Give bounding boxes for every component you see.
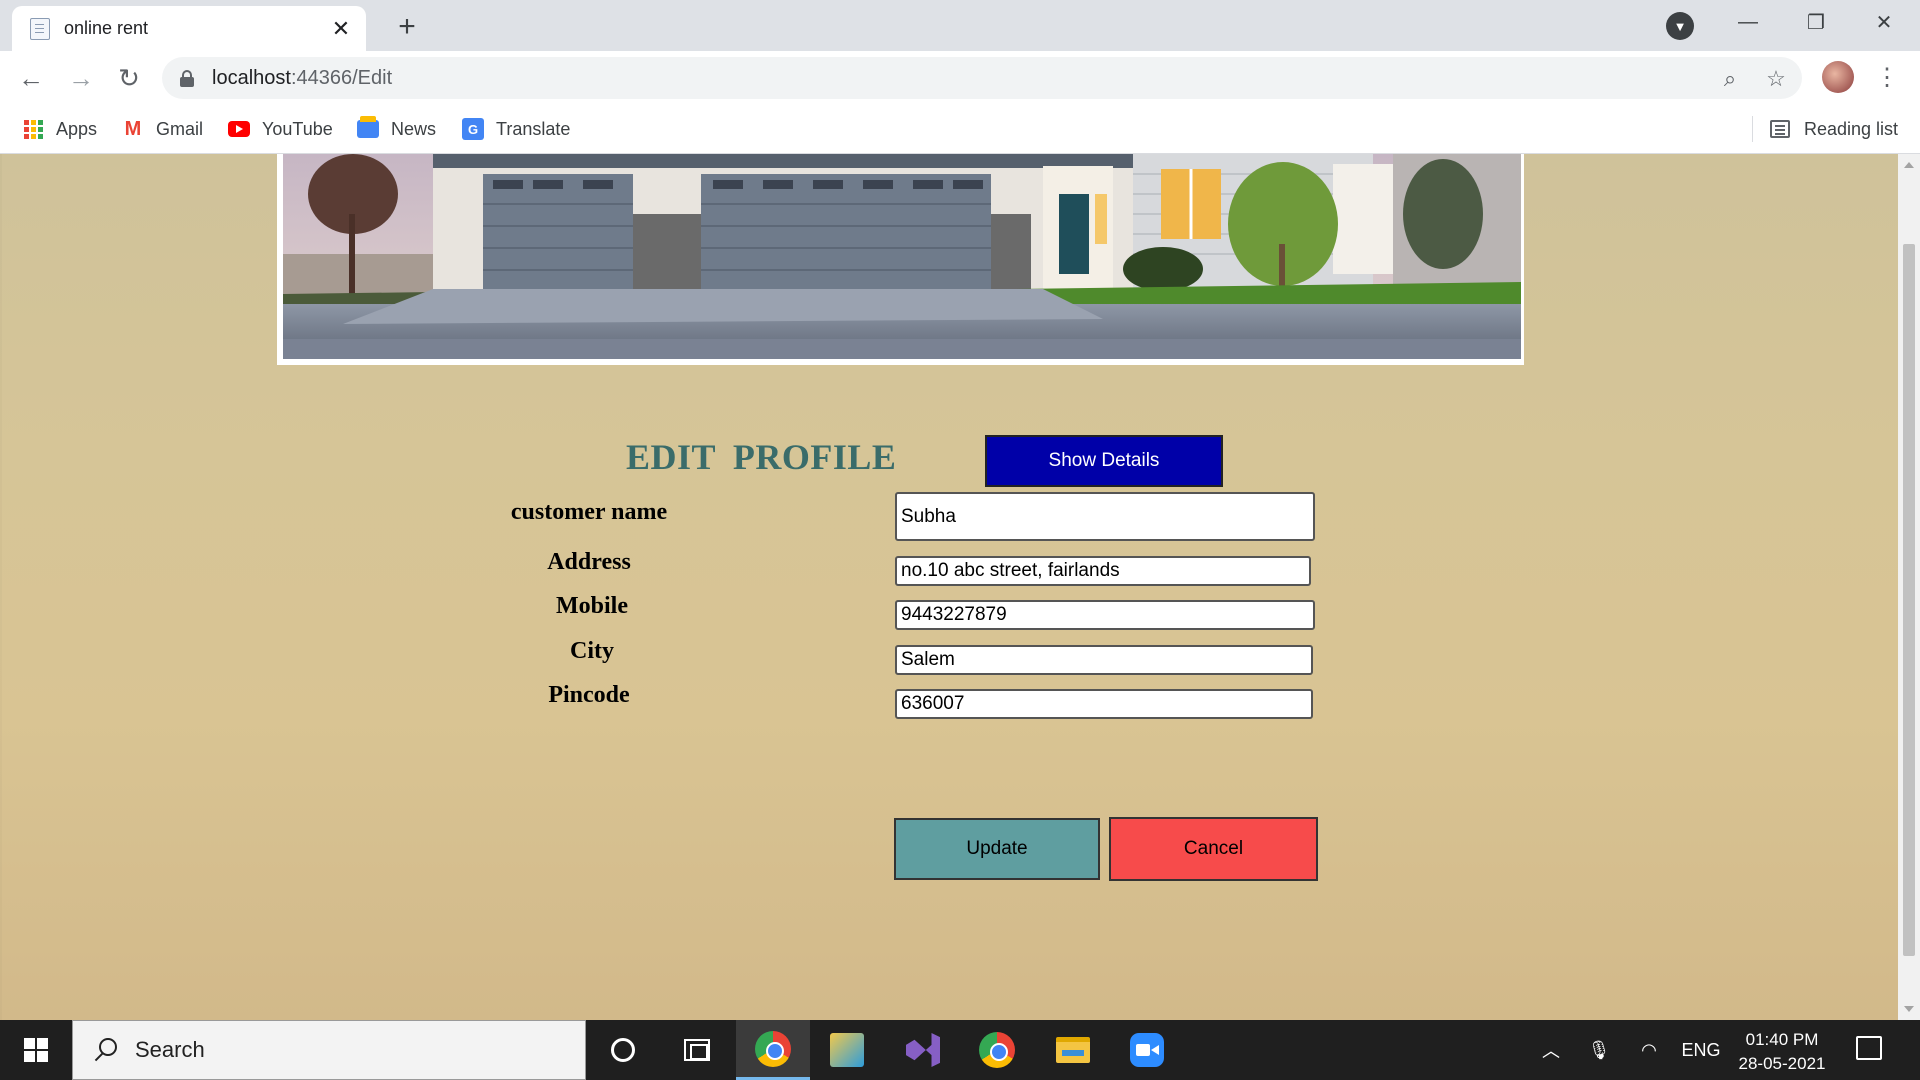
cortana-icon bbox=[611, 1038, 635, 1062]
start-button[interactable] bbox=[0, 1020, 72, 1080]
zoom-app-icon bbox=[1130, 1033, 1164, 1067]
page-scrollbar[interactable] bbox=[1898, 154, 1920, 1020]
news-icon bbox=[357, 116, 379, 140]
taskbar-clock[interactable]: 01:40 PM 28-05-2021 bbox=[1724, 1028, 1840, 1076]
apps-grid-icon bbox=[22, 118, 44, 140]
address-bar[interactable]: localhost:44366/Edit ⌕ ☆ bbox=[162, 57, 1802, 99]
bookmark-gmail[interactable]: M Gmail bbox=[122, 116, 203, 142]
url-host: localhost bbox=[212, 67, 291, 89]
reading-list-label: Reading list bbox=[1804, 118, 1899, 139]
update-button[interactable]: Update bbox=[894, 818, 1100, 880]
bookmark-label: Gmail bbox=[156, 118, 204, 139]
browser-toolbar: ← → ↻ localhost:44366/Edit ⌕ ☆ ⋮ bbox=[0, 51, 1920, 104]
house-banner-image bbox=[277, 154, 1524, 365]
chrome-icon bbox=[979, 1032, 1015, 1068]
back-icon[interactable]: ← bbox=[12, 59, 50, 97]
task-view-button[interactable] bbox=[660, 1020, 734, 1080]
url-path: :44366/Edit bbox=[290, 67, 393, 89]
scrollbar-thumb[interactable] bbox=[1903, 244, 1915, 956]
forward-icon[interactable]: → bbox=[62, 59, 100, 97]
browser-tab[interactable]: online rent ✕ bbox=[12, 6, 366, 51]
pincode-input[interactable] bbox=[895, 689, 1313, 719]
language-indicator[interactable]: ENG bbox=[1680, 1020, 1722, 1080]
taskbar-chrome-active[interactable] bbox=[736, 1020, 810, 1080]
bookmark-label: Translate bbox=[496, 118, 571, 139]
windows-logo-icon bbox=[24, 1038, 48, 1062]
cortana-button[interactable] bbox=[586, 1020, 660, 1080]
notifications-icon[interactable] bbox=[1856, 1036, 1882, 1060]
taskbar-zoom[interactable] bbox=[1110, 1020, 1184, 1080]
tab-title: online rent bbox=[64, 18, 149, 38]
taskbar-tool-app[interactable] bbox=[810, 1020, 884, 1080]
bookmark-label: Apps bbox=[56, 118, 98, 139]
taskbar-search-text: Search bbox=[135, 1037, 205, 1062]
file-explorer-icon bbox=[1056, 1037, 1090, 1063]
profile-avatar[interactable] bbox=[1822, 61, 1854, 93]
bookmark-apps[interactable]: Apps bbox=[22, 116, 97, 142]
pincode-label: Pincode bbox=[548, 682, 630, 708]
page-title: EDIT PROFILE bbox=[626, 437, 897, 477]
lock-icon bbox=[180, 70, 194, 87]
bookmarks-bar: Apps M Gmail YouTube News G Translate Re… bbox=[0, 104, 1920, 154]
bookmark-label: News bbox=[391, 118, 437, 139]
microphone-icon[interactable]: 🎙 bbox=[1582, 1020, 1616, 1080]
customer-name-label: customer name bbox=[510, 499, 668, 525]
bookmark-translate[interactable]: G Translate bbox=[462, 116, 570, 142]
restore-icon[interactable]: ❐ bbox=[1782, 0, 1850, 44]
taskbar-search-box[interactable]: Search bbox=[72, 1020, 586, 1080]
tab-strip: online rent ✕ + ▼ — ❐ ✕ bbox=[0, 0, 1920, 51]
url-text: localhost:44366/Edit bbox=[212, 67, 392, 90]
close-tab-icon[interactable]: ✕ bbox=[326, 14, 356, 44]
window-close-icon[interactable]: ✕ bbox=[1850, 0, 1918, 44]
search-icon bbox=[91, 1036, 119, 1064]
reading-list-icon bbox=[1770, 120, 1790, 138]
show-hidden-icons-chevron-icon[interactable]: ︿ bbox=[1536, 1020, 1566, 1080]
page-favicon-icon bbox=[30, 17, 50, 40]
taskbar-visual-studio[interactable] bbox=[886, 1020, 960, 1080]
zoom-icon[interactable]: ⌕ bbox=[1716, 65, 1744, 93]
bookmark-youtube[interactable]: YouTube bbox=[228, 116, 333, 142]
minimize-icon[interactable]: — bbox=[1714, 0, 1782, 44]
new-tab-button[interactable]: + bbox=[390, 10, 424, 44]
city-input[interactable] bbox=[895, 645, 1313, 675]
clock-date: 28-05-2021 bbox=[1738, 1054, 1826, 1073]
bookmark-star-icon[interactable]: ☆ bbox=[1762, 65, 1790, 93]
cancel-button[interactable]: Cancel bbox=[1109, 817, 1318, 881]
page-viewport: EDIT PROFILE Show Details customer name … bbox=[0, 154, 1898, 1020]
reload-icon[interactable]: ↻ bbox=[110, 59, 148, 97]
bookmark-news[interactable]: News bbox=[357, 116, 436, 142]
chrome-icon bbox=[755, 1030, 791, 1067]
network-icon[interactable]: ◠ bbox=[1632, 1020, 1666, 1080]
bookmark-label: YouTube bbox=[262, 118, 333, 139]
tool-app-icon bbox=[830, 1033, 864, 1067]
scroll-up-icon[interactable] bbox=[1904, 162, 1914, 168]
taskbar-chrome-2[interactable] bbox=[960, 1020, 1034, 1080]
city-label: City bbox=[570, 638, 614, 664]
customer-name-input[interactable] bbox=[895, 492, 1315, 541]
chrome-menu-icon[interactable]: ⋮ bbox=[1872, 61, 1902, 93]
tab-search-icon[interactable]: ▼ bbox=[1666, 12, 1694, 40]
translate-icon: G bbox=[462, 118, 484, 140]
mobile-label: Mobile bbox=[556, 593, 628, 619]
show-details-button[interactable]: Show Details bbox=[985, 435, 1223, 487]
scroll-down-icon[interactable] bbox=[1904, 1006, 1914, 1012]
address-label: Address bbox=[547, 549, 631, 575]
bookmarks-divider bbox=[1752, 116, 1753, 142]
gmail-icon: M bbox=[124, 117, 142, 140]
address-input[interactable] bbox=[895, 556, 1311, 586]
task-view-icon bbox=[684, 1039, 710, 1061]
reading-list-button[interactable]: Reading list bbox=[1770, 116, 1898, 142]
visual-studio-icon bbox=[906, 1033, 940, 1067]
taskbar-file-explorer[interactable] bbox=[1036, 1020, 1110, 1080]
windows-taskbar: Search ︿ 🎙 ◠ ENG 01:40 PM 28-05-2021 bbox=[0, 1020, 1920, 1080]
clock-time: 01:40 PM bbox=[1745, 1030, 1819, 1049]
youtube-icon bbox=[228, 118, 250, 140]
mobile-input[interactable] bbox=[895, 600, 1315, 630]
